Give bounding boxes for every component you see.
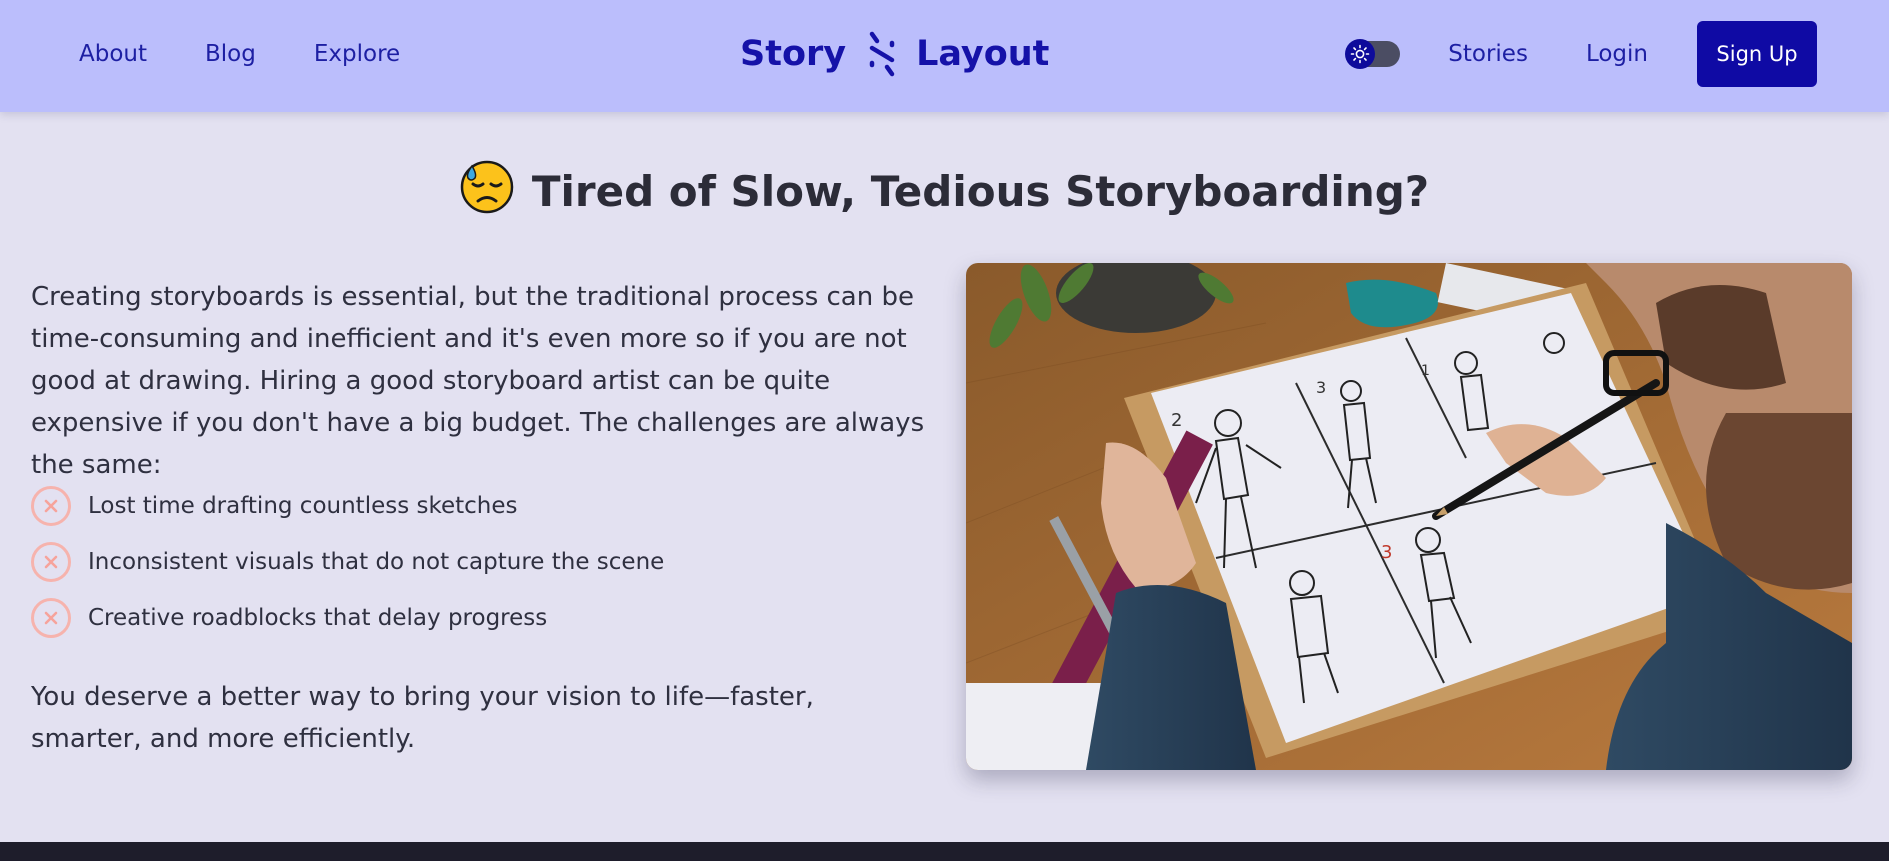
challenges-list: Lost time drafting countless sketches In… [31,478,664,646]
nav-link-login[interactable]: Login [1586,41,1648,67]
top-navbar: About Blog Explore Story Layout Stories … [0,0,1889,112]
section-headline: Tired of Slow, Tedious Storyboarding? [0,160,1889,224]
challenge-text: Lost time drafting countless sketches [88,493,518,519]
challenge-item: Creative roadblocks that delay progress [31,590,664,646]
storyboard-sketching-photo: 2 3 1 3 [966,263,1852,770]
x-circle-icon [31,486,71,526]
logo-word-layout: Layout [916,34,1050,74]
challenge-text: Inconsistent visuals that do not capture… [88,549,665,575]
footer-strip [0,842,1889,861]
logo-word-story: Story [740,34,847,74]
panel-number-3: 3 [1316,378,1326,397]
challenge-text: Creative roadblocks that delay progress [88,605,548,631]
challenge-item: Inconsistent visuals that do not capture… [31,534,664,590]
panel-number-1: 1 [1421,363,1430,379]
headline-text: Tired of Slow, Tedious Storyboarding? [531,167,1430,216]
panel-number-3-red: 3 [1381,542,1392,563]
nav-left-links: About Blog Explore [79,0,458,108]
x-circle-icon [31,542,71,582]
site-logo[interactable]: Story Layout [740,0,1049,108]
outro-paragraph: You deserve a better way to bring your v… [31,682,814,754]
nav-link-stories[interactable]: Stories [1448,41,1528,67]
sign-up-button[interactable]: Sign Up [1697,21,1817,87]
downcast-face-with-sweat-emoji-icon [460,160,514,224]
logo-slash-icon [869,31,895,77]
sun-icon [1345,39,1376,69]
nav-right-links: Stories Login Sign Up [1345,0,1817,108]
challenge-item: Lost time drafting countless sketches [31,478,664,534]
nav-link-blog[interactable]: Blog [205,41,256,67]
panel-number-2: 2 [1171,410,1182,431]
intro-paragraph: Creating storyboards is essential, but t… [31,282,925,480]
x-circle-icon [31,598,71,638]
nav-link-about[interactable]: About [79,41,147,67]
theme-toggle[interactable] [1345,39,1401,69]
nav-link-explore[interactable]: Explore [314,41,400,67]
